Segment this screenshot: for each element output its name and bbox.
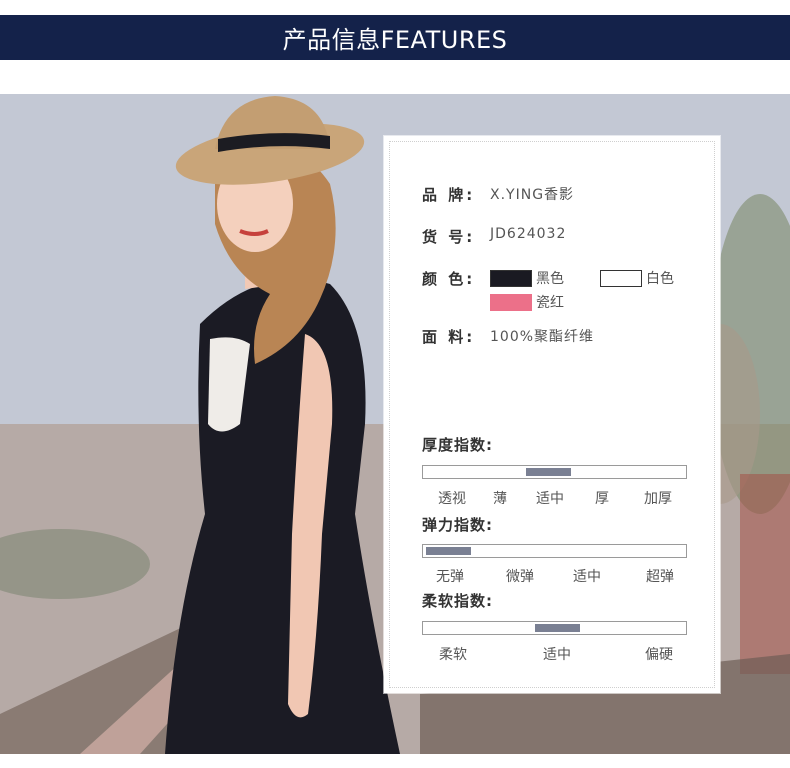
- brand-label: 品 牌:: [422, 186, 476, 204]
- thickness-gauge-track: [422, 465, 687, 479]
- gauge-label: 无弹: [436, 569, 464, 585]
- gauge-label: 微弹: [506, 569, 534, 585]
- thickness-gauge-fill: [526, 468, 571, 476]
- gauge-label: 超弹: [646, 569, 674, 585]
- color-name: 黑色: [536, 271, 564, 287]
- color-name: 瓷红: [536, 295, 564, 311]
- elasticity-gauge-track: [422, 544, 687, 558]
- softness-gauge-fill: [535, 624, 580, 632]
- brand-row: 品 牌: X.YING香影: [422, 184, 574, 205]
- color-option-white[interactable]: 白色: [600, 268, 674, 288]
- thickness-gauge-title: 厚度指数:: [422, 436, 493, 454]
- softness-gauge-title: 柔软指数:: [422, 592, 493, 610]
- pink-swatch: [490, 293, 532, 311]
- color-row: 颜 色: 黑色 白色 瓷红: [422, 268, 690, 312]
- fabric-row: 面 料: 100%聚酯纤维: [422, 326, 594, 347]
- gauge-label: 薄: [493, 491, 507, 507]
- elasticity-gauge-title: 弹力指数:: [422, 516, 493, 534]
- black-swatch: [490, 269, 532, 287]
- color-options: 黑色 白色 瓷红: [490, 268, 690, 312]
- header-bar: 产品信息FEATURES: [0, 15, 790, 60]
- gauge-label: 适中: [536, 491, 564, 507]
- fabric-value: 100%聚酯纤维: [490, 329, 595, 345]
- elasticity-gauge-fill: [426, 547, 471, 555]
- sku-value: JD624032: [490, 226, 567, 242]
- color-name: 白色: [646, 271, 674, 287]
- fabric-label: 面 料:: [422, 328, 476, 346]
- brand-value: X.YING香影: [490, 187, 575, 203]
- gauge-label: 柔软: [439, 647, 467, 663]
- gauge-label: 适中: [573, 569, 601, 585]
- gauge-label: 加厚: [644, 491, 672, 507]
- color-label: 颜 色:: [422, 270, 476, 288]
- color-option-black[interactable]: 黑色: [490, 268, 564, 288]
- white-swatch: [600, 269, 642, 287]
- gauge-label: 偏硬: [645, 647, 673, 663]
- page-title: 产品信息FEATURES: [282, 26, 508, 54]
- color-option-pink[interactable]: 瓷红: [490, 292, 564, 312]
- spec-panel: 品 牌: X.YING香影 货 号: JD624032 颜 色: 黑色 白色 瓷…: [384, 136, 720, 693]
- gauge-label: 厚: [595, 491, 609, 507]
- gauge-label: 适中: [543, 647, 571, 663]
- softness-gauge-track: [422, 621, 687, 635]
- gauge-label: 透视: [438, 491, 466, 507]
- sku-row: 货 号: JD624032: [422, 226, 566, 247]
- sku-label: 货 号:: [422, 228, 476, 246]
